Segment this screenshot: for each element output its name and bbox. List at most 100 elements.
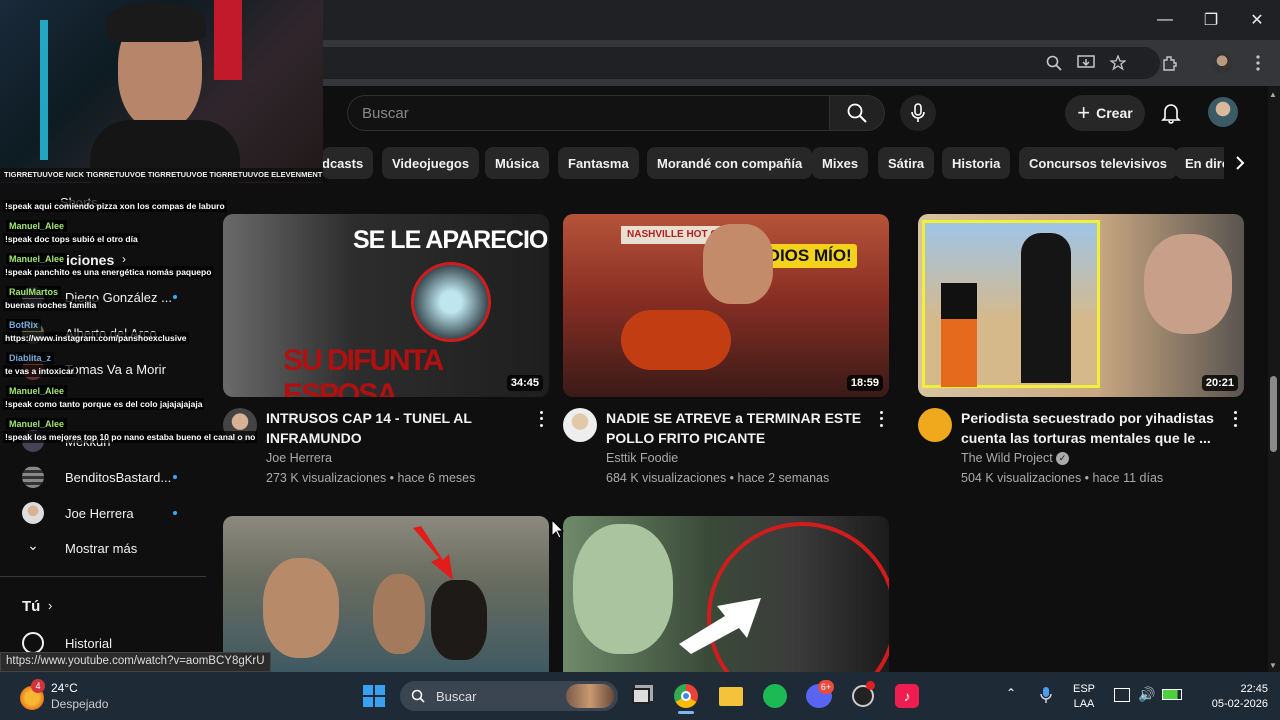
video-title-3[interactable]: Periodista secuestrado por yihadistas — [961, 408, 1214, 428]
file-explorer-icon[interactable] — [714, 680, 748, 712]
chip-musica[interactable]: Música — [485, 147, 550, 179]
video-menu-2-icon[interactable] — [876, 409, 886, 429]
profile-avatar[interactable] — [1211, 52, 1233, 74]
account-avatar[interactable] — [1208, 97, 1238, 127]
thumbnail-inset-frame — [922, 220, 1100, 388]
bookmark-star-icon[interactable] — [1106, 52, 1130, 74]
chevron-down-icon: ⌄ — [27, 537, 39, 553]
search-icon — [411, 689, 425, 703]
chat-message: !speak panchito es una energética nomás … — [3, 266, 214, 278]
chip-concursos[interactable]: Concursos televisivos — [1019, 147, 1177, 179]
chat-message: https://www.instagram.com/panshoexclusiv… — [3, 332, 189, 344]
thumbnail-text-top: SE LE APARECIO — [353, 226, 548, 254]
video-thumbnail-3[interactable]: 20:21 — [918, 214, 1244, 397]
video-channel-2[interactable]: Esttik Foodie — [606, 451, 678, 465]
channel-avatar-wild-project[interactable] — [918, 408, 952, 442]
video-menu-3-icon[interactable] — [1230, 409, 1240, 429]
restore-button[interactable]: ❐ — [1188, 0, 1234, 40]
plus-icon: + — [1077, 100, 1091, 125]
network-icon[interactable] — [1114, 688, 1130, 702]
chat-username: RaulMartos — [6, 286, 62, 298]
sidebar-divider — [0, 576, 206, 577]
video-duration: 20:21 — [1201, 375, 1238, 391]
video-title-2-line2[interactable]: POLLO FRITO PICANTE — [606, 428, 765, 448]
task-view-icon[interactable] — [624, 680, 658, 712]
chip-en-directo[interactable]: En dire — [1175, 147, 1231, 179]
chip-historia[interactable]: Historia — [942, 147, 1011, 179]
zoom-icon[interactable] — [1042, 52, 1066, 74]
microphone-tray-icon[interactable] — [1040, 686, 1052, 704]
spotify-icon[interactable] — [758, 680, 792, 712]
scroll-up-arrow-icon[interactable]: ▲ — [1269, 90, 1277, 99]
video-channel-1[interactable]: Joe Herrera — [266, 451, 332, 465]
sidebar-section-you[interactable]: Tú — [22, 598, 40, 615]
clock-date[interactable]: 05-02-2026 — [1196, 697, 1268, 712]
chat-username: Manuel_Alee — [6, 418, 68, 430]
voice-search-button[interactable] — [900, 95, 936, 131]
channel-avatar-esttik-foodie[interactable] — [563, 408, 597, 442]
chip-morande[interactable]: Morandé con compañía — [647, 147, 813, 179]
notifications-bell-icon[interactable] — [1158, 98, 1184, 128]
person-face — [703, 224, 773, 304]
active-app-indicator — [678, 711, 694, 714]
chat-message: buenas noches familia — [3, 299, 99, 311]
video-meta-3: 504 K visualizaciones • hace 11 días — [961, 471, 1164, 485]
video-title-1[interactable]: INTRUSOS CAP 14 - TUNEL AL — [266, 408, 472, 428]
close-window-button[interactable]: ✕ — [1234, 0, 1280, 40]
censor-box — [941, 283, 977, 319]
scrollbar-thumb[interactable] — [1270, 376, 1277, 452]
show-more-button[interactable]: ⌄ Mostrar más — [0, 530, 210, 566]
chip-videojuegos[interactable]: Videojuegos — [382, 147, 480, 179]
video-thumbnail-5[interactable] — [563, 516, 889, 672]
weather-badge: 4 — [31, 679, 45, 693]
chip-podcasts[interactable]: dcasts — [322, 147, 374, 179]
chip-fantasma[interactable]: Fantasma — [558, 147, 639, 179]
black-figure — [1021, 233, 1071, 383]
channel-avatar — [22, 466, 44, 488]
microphone-icon — [911, 103, 925, 122]
battery-icon[interactable] — [1162, 689, 1182, 700]
video-title-1-line2[interactable]: INFRAMUNDO — [266, 428, 362, 448]
discord-badge: 6+ — [818, 680, 834, 694]
chat-username: Manuel_Alee — [6, 385, 68, 397]
new-content-dot — [173, 295, 177, 299]
weather-temp[interactable]: 24°C — [51, 681, 78, 695]
volume-icon[interactable]: 🔊 — [1138, 686, 1155, 703]
video-thumbnail-1[interactable]: SE LE APARECIO SU DIFUNTA ESPOSA 34:45 — [223, 214, 549, 397]
start-button[interactable] — [357, 680, 391, 712]
create-button[interactable]: + Crear — [1065, 95, 1145, 131]
clock-time[interactable]: 22:45 — [1196, 682, 1268, 697]
sidebar-item-benditos[interactable]: BenditosBastard... — [0, 459, 210, 495]
chrome-taskbar-icon[interactable] — [669, 680, 703, 712]
sidebar-item-joe-herrera[interactable]: Joe Herrera — [0, 495, 210, 531]
chips-next-chevron-icon[interactable] — [1224, 147, 1256, 179]
video-thumbnail-4[interactable] — [223, 516, 549, 672]
new-content-dot — [173, 475, 177, 479]
video-menu-1-icon[interactable] — [536, 409, 546, 429]
language-indicator[interactable]: ESP — [1068, 682, 1100, 697]
minimize-button[interactable]: — — [1142, 0, 1188, 40]
search-button[interactable] — [829, 95, 885, 131]
sidebar-item-label: Tomas Va a Morir — [65, 361, 166, 377]
video-title-2[interactable]: NADIE SE ATREVE a TERMINAR ESTE — [606, 408, 861, 428]
scroll-down-arrow-icon[interactable]: ▼ — [1269, 661, 1277, 670]
browser-menu-icon[interactable] — [1246, 52, 1270, 74]
tray-expand-chevron-icon[interactable]: ⌃ — [1006, 686, 1016, 700]
video-title-3-line2[interactable]: cuenta las torturas mentales que le ... — [961, 428, 1211, 448]
chip-satira[interactable]: Sátira — [878, 147, 935, 179]
video-thumbnail-2[interactable]: NASHVILLE HOT C ¡DIOS MÍO! 18:59 — [563, 214, 889, 397]
weather-desc[interactable]: Despejado — [51, 697, 108, 711]
install-app-icon[interactable] — [1074, 52, 1098, 74]
you-chevron-icon[interactable]: › — [48, 598, 52, 613]
create-label: Crear — [1096, 105, 1133, 121]
chat-message: !speak aqui comiendo pizza xon los compa… — [3, 200, 227, 212]
search-input[interactable]: Buscar — [347, 95, 829, 131]
show-more-label: Mostrar más — [65, 540, 138, 556]
subscriptions-chevron-icon[interactable]: › — [122, 252, 126, 266]
tiktok-icon[interactable]: ♪ — [890, 680, 924, 712]
video-channel-3[interactable]: The Wild Project — [961, 451, 1053, 465]
history-icon — [22, 632, 44, 654]
extensions-icon[interactable] — [1158, 52, 1182, 74]
chip-mixes[interactable]: Mixes — [812, 147, 869, 179]
keyboard-layout-indicator[interactable]: LAA — [1068, 697, 1100, 712]
